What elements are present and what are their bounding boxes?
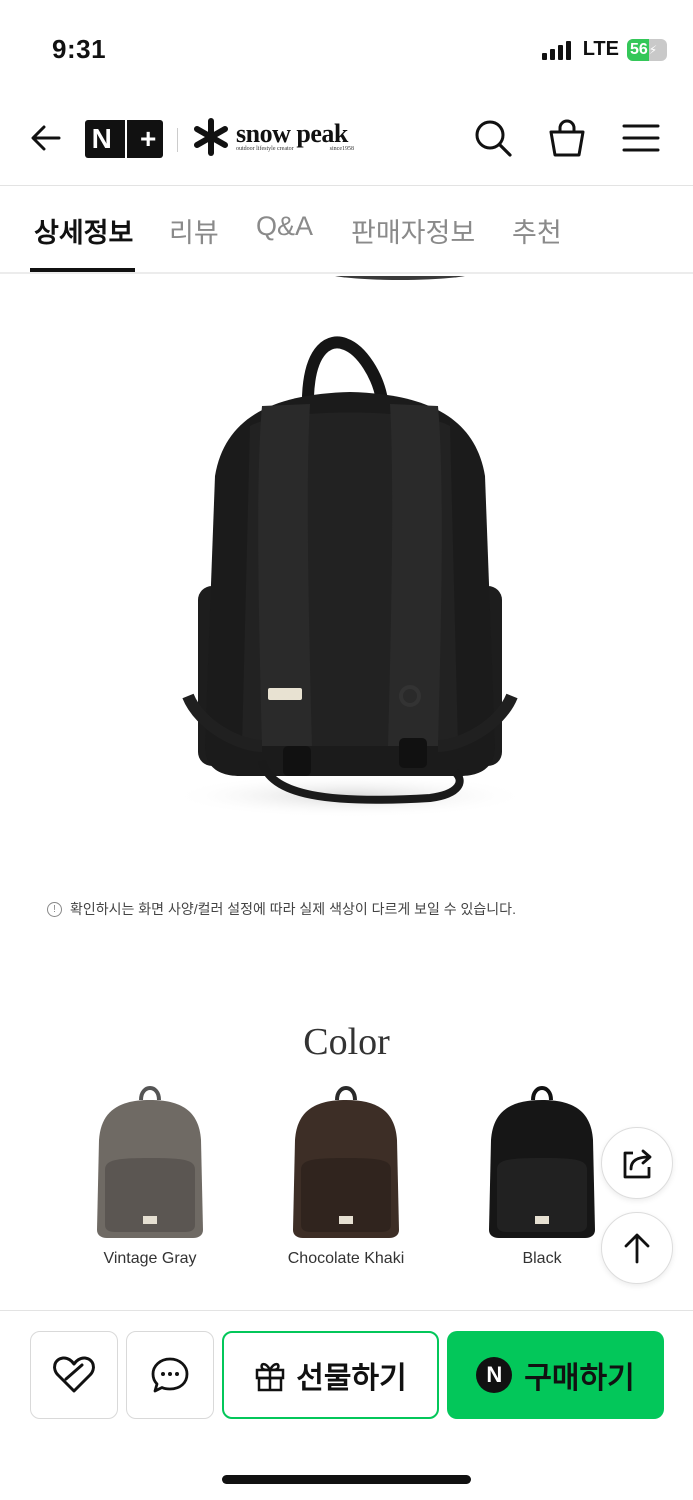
tab-detail[interactable]: 상세정보 <box>34 211 133 250</box>
info-icon: ! <box>47 901 62 917</box>
gift-icon <box>256 1362 285 1392</box>
signal-icon <box>541 40 571 60</box>
buy-label: 구매하기 <box>524 1362 635 1395</box>
color-disclaimer-text: 확인하시는 화면 사양/컬러 설정에 따라 실제 색상이 다르게 보일 수 있습… <box>70 901 516 917</box>
color-disclaimer: ! 확인하시는 화면 사양/컬러 설정에 따라 실제 색상이 다르게 보일 수 … <box>47 899 516 919</box>
arrow-left-icon <box>31 125 61 151</box>
battery-level: 56 <box>630 40 648 58</box>
tab-recommend[interactable]: 추천 <box>512 211 562 250</box>
brand-since: since1958 <box>329 146 354 152</box>
active-tab-indicator <box>30 268 135 272</box>
back-button[interactable] <box>24 116 68 160</box>
gift-button[interactable]: 선물하기 <box>222 1331 439 1419</box>
color-label: Chocolate Khaki <box>287 1250 405 1267</box>
app-header: N + snow peak outdoor lifestyle creator … <box>0 96 693 186</box>
shopping-bag-icon <box>549 119 585 157</box>
share-icon <box>623 1149 652 1179</box>
buy-button[interactable]: N 구매하기 <box>447 1331 664 1419</box>
membership-logo-n: N <box>91 123 112 154</box>
tab-qna[interactable]: Q&A <box>256 211 313 242</box>
search-button[interactable] <box>471 116 515 160</box>
brand-tagline: outdoor lifestyle creator <box>236 146 294 152</box>
naver-pay-icon: N <box>476 1357 513 1393</box>
backpack-chocolate-khaki-image <box>293 1086 399 1238</box>
brand-logo[interactable]: snow peak outdoor lifestyle creator sinc… <box>192 118 354 156</box>
charging-icon: ⚡ <box>648 42 658 57</box>
backpack-back-image <box>170 336 530 818</box>
home-indicator[interactable] <box>222 1475 471 1484</box>
color-label: Vintage Gray <box>103 1250 197 1267</box>
menu-button[interactable] <box>619 116 663 160</box>
color-section-title: Color <box>303 1021 390 1063</box>
purchase-bar: 선물하기 N 구매하기 <box>0 1310 693 1500</box>
search-icon <box>475 120 512 157</box>
inquiry-button[interactable] <box>126 1331 214 1419</box>
brand-name: snow peak <box>236 119 348 148</box>
membership-logo[interactable]: N + <box>85 120 163 158</box>
tab-seller-info[interactable]: 판매자정보 <box>351 211 475 250</box>
tab-review[interactable]: 리뷰 <box>169 211 219 250</box>
arrow-up-icon <box>624 1233 650 1264</box>
battery-icon: 56 ⚡ <box>627 38 667 61</box>
menu-icon <box>622 124 660 152</box>
color-swatch-vintage-gray: Vintage Gray <box>75 1080 225 1267</box>
scroll-top-button[interactable] <box>601 1212 673 1284</box>
backpack-black-image <box>489 1086 595 1238</box>
detail-tabs: 상세정보 리뷰 Q&A 판매자정보 추천 <box>0 187 693 274</box>
gift-label: 선물하기 <box>296 1362 407 1395</box>
color-label: Black <box>522 1250 562 1267</box>
logo-divider <box>177 128 178 152</box>
product-detail-image <box>0 276 693 876</box>
snowflake-icon <box>194 118 228 156</box>
network-label: LTE <box>582 38 619 60</box>
wishlist-button[interactable] <box>30 1331 118 1419</box>
backpack-vintage-gray-image <box>97 1086 203 1238</box>
color-swatch-black: Black <box>467 1080 617 1267</box>
share-button[interactable] <box>601 1127 673 1199</box>
cart-button[interactable] <box>545 116 589 160</box>
color-swatch-chocolate-khaki: Chocolate Khaki <box>271 1080 421 1267</box>
heart-icon <box>53 1356 95 1393</box>
membership-logo-plus: + <box>140 123 157 154</box>
status-indicators: LTE 56 ⚡ <box>541 38 667 61</box>
chat-icon <box>151 1357 189 1393</box>
status-time: 9:31 <box>52 34 107 64</box>
status-bar: 9:31 LTE 56 ⚡ <box>0 0 693 96</box>
